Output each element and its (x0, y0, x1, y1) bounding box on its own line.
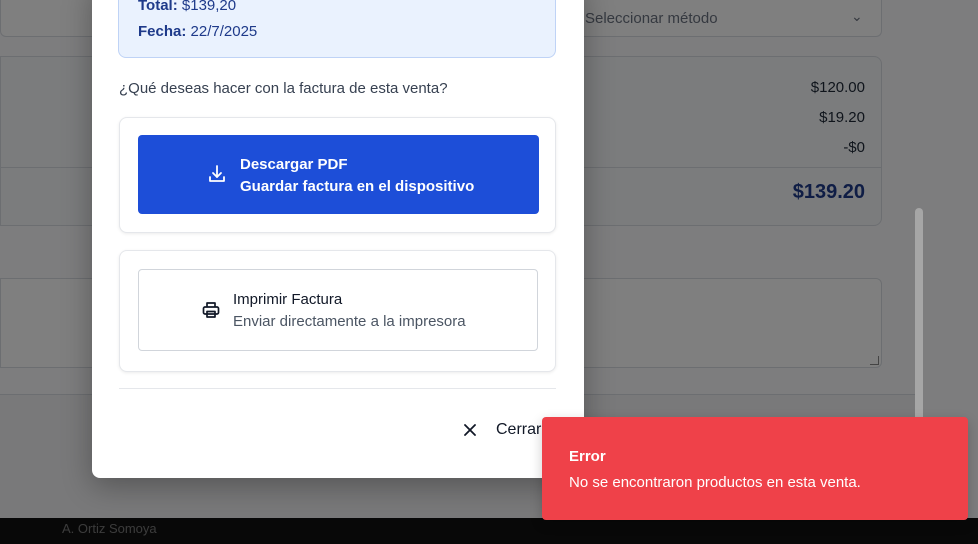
toast-title: Error (569, 448, 606, 465)
print-invoice-title: Imprimir Factura (233, 291, 343, 308)
modal-question: ¿Qué deseas hacer con la factura de esta… (119, 80, 448, 97)
download-pdf-button[interactable]: Descargar PDF Guardar factura en el disp… (138, 135, 539, 214)
modal-divider (119, 388, 556, 389)
close-icon (464, 423, 476, 441)
download-icon (208, 164, 226, 189)
date-line: Fecha: 22/7/2025 (138, 23, 257, 40)
download-pdf-title: Descargar PDF (240, 156, 348, 173)
sale-info-box: Total: $139,20 Fecha: 22/7/2025 (118, 0, 556, 58)
date-value: 22/7/2025 (190, 23, 258, 40)
total-label: Total: (138, 0, 178, 14)
download-option-card: Descargar PDF Guardar factura en el disp… (119, 117, 556, 233)
error-toast[interactable]: Error No se encontraron productos en est… (542, 417, 968, 520)
invoice-modal: Total: $139,20 Fecha: 22/7/2025 ¿Qué des… (92, 0, 584, 478)
total-line: Total: $139,20 (138, 0, 236, 14)
print-option-card: Imprimir Factura Enviar directamente a l… (119, 250, 556, 372)
toast-message: No se encontraron productos en esta vent… (569, 474, 861, 491)
total-value: $139,20 (181, 0, 237, 14)
date-label: Fecha: (138, 23, 187, 40)
close-label: Cerrar (496, 421, 542, 438)
download-pdf-subtitle: Guardar factura en el dispositivo (240, 178, 475, 195)
scrollbar-thumb[interactable] (915, 208, 923, 438)
print-invoice-subtitle: Enviar directamente a la impresora (233, 313, 466, 330)
print-invoice-button[interactable]: Imprimir Factura Enviar directamente a l… (138, 269, 538, 351)
printer-icon (202, 301, 220, 324)
close-button[interactable]: Cerrar (456, 416, 546, 444)
